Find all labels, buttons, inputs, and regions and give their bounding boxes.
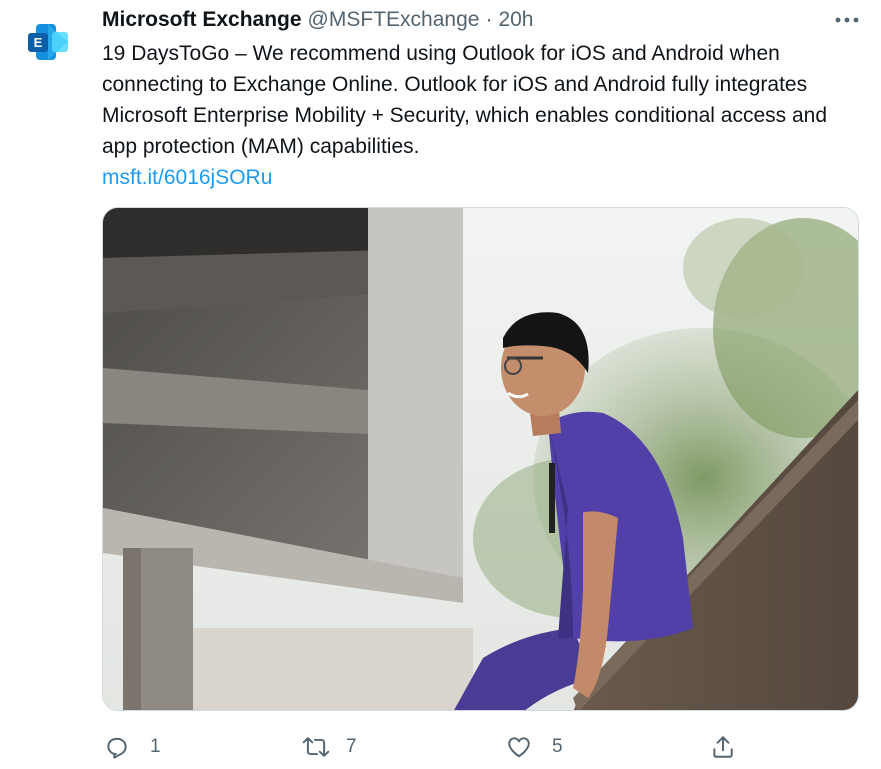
reply-button[interactable]: 1 [104, 730, 161, 764]
exchange-logo-avatar[interactable]: E [22, 16, 74, 68]
like-button[interactable]: 5 [506, 730, 563, 764]
separator-dot: · [485, 8, 493, 31]
retweet-icon [302, 737, 330, 757]
avatar-letter: E [34, 35, 43, 50]
like-count: 5 [552, 736, 563, 757]
photo-nurse-sitting-on-wall [103, 208, 858, 710]
more-options-button[interactable] [833, 8, 861, 32]
share-icon [713, 736, 733, 758]
tweet-actions-bar: 1 7 5 [100, 730, 750, 764]
tweet-timestamp[interactable]: 20h [498, 8, 533, 32]
more-options-icon [835, 17, 859, 23]
account-name[interactable]: Microsoft Exchange [102, 8, 302, 32]
exchange-logo-icon: E [28, 24, 68, 60]
share-button[interactable] [710, 730, 736, 764]
retweet-count: 7 [346, 736, 357, 757]
tweet-media-photo[interactable] [102, 207, 859, 711]
like-icon [508, 737, 530, 758]
tweet-body: 19 DaysToGo – We recommend using Outlook… [102, 38, 842, 193]
tweet-header: Microsoft Exchange @MSFTExchange · 20h [102, 6, 533, 34]
reply-icon [107, 737, 127, 759]
retweet-button[interactable]: 7 [302, 730, 357, 764]
reply-count: 1 [150, 736, 161, 757]
tweet-text: 19 DaysToGo – We recommend using Outlook… [102, 42, 828, 158]
tweet-link[interactable]: msft.it/6016jSORu [102, 166, 272, 189]
account-handle[interactable]: @MSFTExchange [308, 8, 480, 32]
